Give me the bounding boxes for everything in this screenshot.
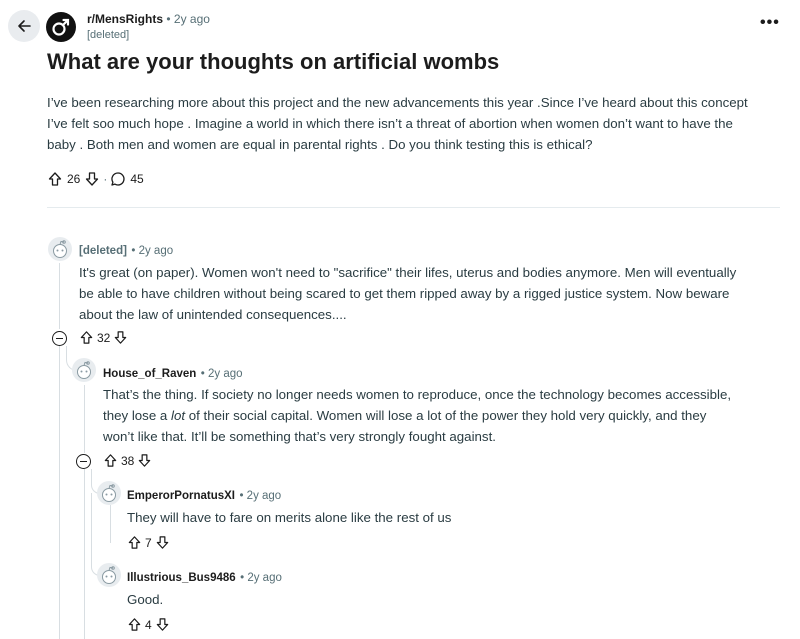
mars-symbol-icon [52, 18, 70, 36]
emphasis-text: lot [171, 408, 186, 423]
comment-line: It's great (on paper). Women won't need … [79, 265, 737, 280]
downvote-arrow-icon[interactable] [113, 330, 128, 345]
upvote-arrow-icon[interactable] [127, 617, 142, 632]
comment-time: • 2y ago [240, 572, 282, 584]
comment-line: That’s the thing. If society no longer n… [103, 387, 732, 402]
comment-author[interactable]: House_of_Raven [103, 368, 196, 380]
back-button[interactable] [8, 10, 40, 42]
downvote-arrow-icon[interactable] [84, 171, 100, 187]
avatar[interactable] [72, 358, 96, 382]
collapse-thread-button[interactable] [76, 454, 91, 469]
comment-line: about the law of unintended consequences… [79, 307, 347, 322]
post-title: What are your thoughts on artificial wom… [47, 49, 500, 74]
comment-vote-bar: 4 [127, 617, 170, 632]
snoo-avatar-icon [102, 566, 116, 584]
divider [47, 207, 780, 208]
separator-dot: · [103, 172, 108, 186]
post-body-line: I’ve felt soo much hope . Imagine a worl… [47, 116, 733, 131]
subreddit-avatar[interactable] [46, 12, 76, 42]
avatar[interactable] [97, 563, 121, 587]
comment-author[interactable]: EmperorPornatusXI [127, 490, 235, 502]
comment-meta: House_of_Raven • 2y ago [103, 364, 243, 382]
vote-count: 38 [121, 453, 135, 468]
thread-line [84, 469, 85, 639]
comment-line: be able to have children without being s… [79, 286, 730, 301]
comment-body: It's great (on paper). Women won't need … [79, 262, 784, 325]
post-vote-count: 26 [67, 172, 81, 186]
snoo-avatar-icon [77, 361, 91, 379]
upvote-arrow-icon[interactable] [127, 535, 142, 550]
comment-line: they lose a lot of their social capital.… [103, 405, 793, 426]
comment-time: • 2y ago [239, 490, 282, 502]
thread-line [110, 505, 111, 543]
thread-line [59, 346, 60, 639]
avatar[interactable] [97, 481, 121, 505]
post-body: I’ve been researching more about this pr… [47, 92, 787, 155]
avatar[interactable] [48, 237, 72, 261]
vote-count: 7 [145, 535, 152, 550]
downvote-arrow-icon[interactable] [137, 453, 152, 468]
upvote-arrow-icon[interactable] [79, 330, 94, 345]
comment-text: of their social capital. Women will lose… [185, 408, 707, 423]
vote-count: 4 [145, 617, 152, 632]
comment-vote-bar: 32 [79, 330, 128, 345]
snoo-avatar-icon [102, 484, 116, 502]
arrow-left-icon [18, 20, 31, 32]
post-time: • 2y ago [166, 12, 210, 26]
post-author[interactable]: [deleted] [87, 29, 129, 41]
comment-body: They will have to fare on merits alone l… [127, 510, 452, 525]
comment-vote-bar: 7 [127, 535, 170, 550]
comment-author[interactable]: Illustrious_Bus9486 [127, 572, 236, 584]
comment-meta: [deleted] • 2y ago [79, 241, 173, 259]
comment-bubble-icon[interactable] [110, 171, 126, 187]
collapse-thread-button[interactable] [52, 331, 67, 346]
post-body-line: I’ve been researching more about this pr… [47, 95, 748, 110]
thread-line [84, 385, 85, 453]
comment-body: Good. [127, 592, 164, 607]
upvote-arrow-icon[interactable] [103, 453, 118, 468]
subreddit-link[interactable]: r/MensRights [87, 12, 163, 26]
upvote-arrow-icon[interactable] [47, 171, 63, 187]
downvote-arrow-icon[interactable] [155, 617, 170, 632]
collapse-minus-icon [80, 460, 87, 463]
comment-time: • 2y ago [131, 245, 174, 257]
post-action-bar: 26 · 45 [47, 171, 144, 187]
thread-curve [91, 493, 100, 576]
thread-line [59, 263, 60, 329]
snoo-avatar-icon [53, 240, 67, 258]
comment-line: won’t like that. It’ll be something that… [103, 429, 496, 444]
downvote-arrow-icon[interactable] [155, 535, 170, 550]
comment-vote-bar: 38 [103, 453, 152, 468]
comment-meta: Illustrious_Bus9486 • 2y ago [127, 568, 282, 586]
collapse-minus-icon [56, 337, 63, 340]
comment-time: • 2y ago [200, 368, 243, 380]
comment-meta: EmperorPornatusXI • 2y ago [127, 486, 281, 504]
more-options-button[interactable]: ••• [760, 14, 780, 32]
subreddit-header: r/MensRights • 2y ago [87, 12, 210, 26]
comment-count: 45 [130, 172, 144, 186]
vote-count: 32 [97, 330, 111, 345]
post-body-line: baby . Both men and women are equal in p… [47, 137, 593, 152]
comment-text: they lose a [103, 408, 172, 423]
comment-author[interactable]: [deleted] [79, 245, 127, 257]
comment-body: That’s the thing. If society no longer n… [103, 384, 793, 447]
